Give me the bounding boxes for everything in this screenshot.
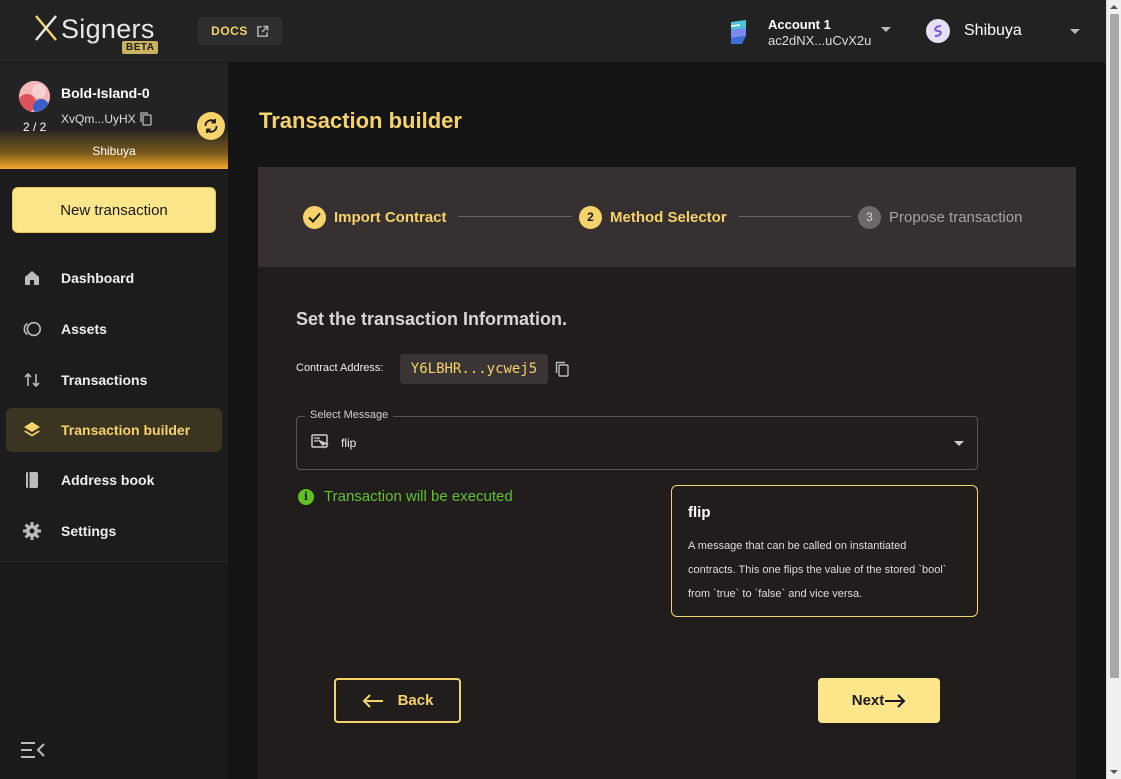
message-send-icon <box>311 434 329 450</box>
execution-status: i Transaction will be executed <box>298 488 513 505</box>
scroll-thumb[interactable] <box>1110 14 1119 678</box>
step-connector <box>739 216 851 217</box>
safe-network: Shibuya <box>92 144 136 158</box>
chevron-down-icon <box>881 26 892 32</box>
external-link-icon <box>256 25 269 37</box>
copy-icon[interactable] <box>139 111 152 126</box>
contract-address-value: Y6LBHR...ycwej5 <box>400 354 548 384</box>
message-info-box: flip A message that can be called on ins… <box>671 485 978 617</box>
shibuya-network-icon <box>926 19 950 43</box>
next-button[interactable]: Next <box>818 678 940 723</box>
sidebar: 2 / 2 Bold-Island-0 XvQm...UyHX Shibuya … <box>0 63 228 779</box>
step-method-selector: 2 Method Selector <box>579 205 727 229</box>
select-label: Select Message <box>305 409 394 421</box>
info-icon: i <box>298 488 314 505</box>
chevron-down-icon <box>954 441 964 446</box>
collapse-sidebar-icon[interactable] <box>20 741 46 759</box>
section-title: Set the transaction Information. <box>296 309 568 329</box>
coins-icon <box>22 319 42 339</box>
safe-threshold: 2 / 2 <box>23 120 47 134</box>
transaction-builder-card: Import Contract 2 Method Selector 3 Prop… <box>258 167 1076 779</box>
step-label: Propose transaction <box>889 208 1023 226</box>
layers-icon <box>22 420 42 440</box>
next-label: Next <box>851 692 885 709</box>
message-info-description: A message that can be called on instanti… <box>688 540 947 600</box>
step-number: 3 <box>858 205 881 229</box>
sync-icon <box>204 119 218 133</box>
sidebar-item-label: Dashboard <box>61 270 135 286</box>
book-icon <box>22 470 42 490</box>
beta-badge: BETA <box>122 41 159 54</box>
step-number: 2 <box>579 205 602 229</box>
scroll-up-icon[interactable] <box>1110 5 1118 9</box>
logo-x-icon <box>35 15 57 41</box>
sidebar-item-label: Settings <box>61 523 117 539</box>
copy-icon[interactable] <box>555 361 569 377</box>
safe-avatar <box>19 81 50 112</box>
account-address: ac2dNX...uCvX2u <box>768 32 872 48</box>
page-title: Transaction builder <box>259 108 462 133</box>
contract-address-label: Contract Address: <box>296 362 384 374</box>
safe-address: XvQm...UyHX <box>61 112 136 126</box>
arrow-right-icon <box>885 693 906 708</box>
execution-status-text: Transaction will be executed <box>324 488 513 505</box>
new-transaction-button[interactable]: New transaction <box>12 187 216 233</box>
sidebar-item-label: Address book <box>61 472 155 488</box>
arrow-left-icon <box>362 693 383 708</box>
network-selector[interactable]: Shibuya <box>926 19 1080 43</box>
step-propose-transaction: 3 Propose transaction <box>858 205 1022 229</box>
sidebar-item-settings[interactable]: Settings <box>6 509 222 553</box>
safe-card: 2 / 2 Bold-Island-0 XvQm...UyHX Shibuya <box>0 63 228 169</box>
sidebar-item-label: Assets <box>61 321 107 337</box>
step-connector <box>458 216 572 217</box>
chevron-down-icon <box>1069 28 1080 34</box>
step-label: Method Selector <box>610 208 727 226</box>
step-import-contract: Import Contract <box>303 205 447 229</box>
account-wallet-icon <box>730 20 746 44</box>
network-name: Shibuya <box>964 22 1022 39</box>
sidebar-item-transactions[interactable]: Transactions <box>6 358 222 402</box>
step-label: Import Contract <box>334 208 447 226</box>
sidebar-item-assets[interactable]: Assets <box>6 307 222 351</box>
switch-safe-button[interactable] <box>197 112 225 140</box>
selected-message: flip <box>341 436 357 450</box>
page-scrollbar[interactable] <box>1106 0 1121 779</box>
back-label: Back <box>397 692 434 709</box>
back-button[interactable]: Back <box>334 678 461 723</box>
scroll-down-icon[interactable] <box>1110 770 1118 774</box>
gear-icon <box>22 521 42 541</box>
docs-label: DOCS <box>211 24 248 38</box>
top-bar: Signers BETA DOCS Account 1 ac2dNX...uCv… <box>0 0 1106 63</box>
stepper: Import Contract 2 Method Selector 3 Prop… <box>258 167 1076 267</box>
account-selector[interactable]: Account 1 ac2dNX...uCvX2u <box>728 14 892 50</box>
home-icon <box>22 268 42 288</box>
sidebar-item-label: Transactions <box>61 372 148 388</box>
safe-name: Bold-Island-0 <box>61 85 150 101</box>
sidebar-item-transaction-builder[interactable]: Transaction builder <box>6 408 222 452</box>
docs-button[interactable]: DOCS <box>198 17 282 45</box>
arrows-updown-icon <box>22 370 42 390</box>
sidebar-item-label: Transaction builder <box>61 422 191 438</box>
sidebar-item-dashboard[interactable]: Dashboard <box>6 256 222 300</box>
message-select[interactable]: Select Message flip <box>296 409 978 470</box>
sidebar-item-address-book[interactable]: Address book <box>6 458 222 502</box>
account-name: Account 1 <box>768 16 831 32</box>
message-info-title: flip <box>688 504 711 521</box>
check-icon <box>303 205 326 229</box>
